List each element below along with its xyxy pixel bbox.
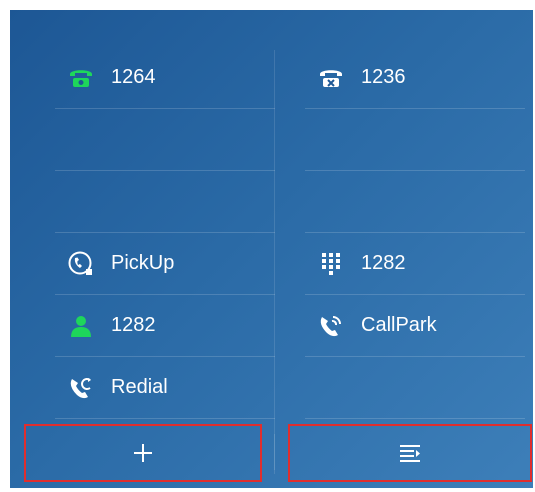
left-key-column: 1264 PickUp 1282 Redial [55, 47, 275, 419]
plus-icon [134, 444, 152, 462]
menu-icon [400, 445, 420, 462]
callpark-label: CallPark [361, 314, 437, 336]
dialpad-label: 1282 [361, 252, 406, 274]
empty-key-slot [55, 109, 275, 171]
pickup-label: PickUp [111, 252, 175, 274]
menu-button[interactable] [288, 424, 532, 482]
empty-key-slot [305, 357, 525, 419]
redial-label: Redial [111, 376, 168, 398]
line-key-1236[interactable]: 1236 [305, 47, 525, 109]
phone-green-icon [67, 64, 95, 92]
callpark-icon [317, 312, 345, 340]
callpark-key[interactable]: CallPark [305, 295, 525, 357]
phone-off-icon [317, 64, 345, 92]
empty-key-slot [305, 171, 525, 233]
line-key-label: 1264 [111, 66, 156, 88]
empty-key-slot [305, 109, 525, 171]
line-key-1264[interactable]: 1264 [55, 47, 275, 109]
contact-label: 1282 [111, 314, 156, 336]
contact-key-1282[interactable]: 1282 [55, 295, 275, 357]
contact-green-icon [67, 312, 95, 340]
dialpad-key-1282[interactable]: 1282 [305, 233, 525, 295]
bottom-divider [274, 434, 275, 474]
dialpad-icon [317, 250, 345, 278]
redial-key[interactable]: Redial [55, 357, 275, 419]
pickup-key[interactable]: PickUp [55, 233, 275, 295]
redial-icon [67, 374, 95, 402]
phone-screen: 1264 PickUp 1282 Redial 1236 1282 CallPa… [10, 10, 533, 488]
pickup-phone-icon [67, 250, 95, 278]
empty-key-slot [55, 171, 275, 233]
right-key-column: 1236 1282 CallPark [305, 47, 525, 419]
line-key-label: 1236 [361, 66, 406, 88]
add-button[interactable] [24, 424, 262, 482]
